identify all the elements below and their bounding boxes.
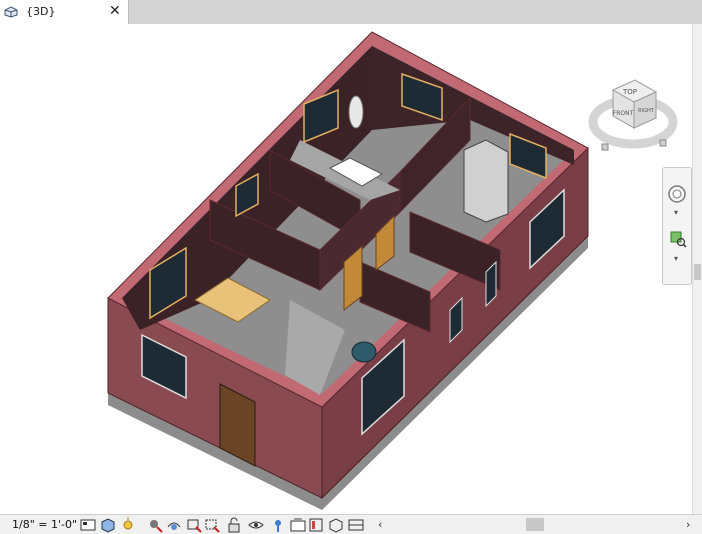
show-rendering-icon[interactable]: [166, 517, 182, 533]
analytical-model-icon[interactable]: [328, 517, 344, 533]
crop-view-icon[interactable]: [186, 517, 202, 533]
highlight-displacement-icon[interactable]: [348, 517, 364, 533]
viewcube[interactable]: TOP FRONT RIGHT: [588, 60, 678, 160]
visual-style-icon[interactable]: [100, 517, 116, 533]
steering-wheel-icon[interactable]: [667, 184, 687, 204]
wardrobe: [463, 139, 509, 223]
viewcube-front-label: FRONT: [613, 110, 634, 117]
viewcube-top-label: TOP: [622, 88, 637, 96]
show-crop-icon[interactable]: [204, 517, 220, 533]
shadows-icon[interactable]: [148, 517, 164, 533]
scroll-left-arrow[interactable]: ‹: [378, 517, 382, 533]
view-tab-3d[interactable]: {3D} ✕: [0, 0, 129, 24]
sun-path-icon[interactable]: [120, 517, 136, 533]
navigation-bar: ▾ ▾: [662, 167, 692, 285]
scroll-right-arrow[interactable]: ›: [686, 517, 690, 533]
unlock-3d-view-icon[interactable]: [226, 517, 242, 533]
3d-viewport[interactable]: TOP FRONT RIGHT ▾ ▾: [0, 24, 692, 514]
view-control-bar: 1/8" = 1'-0" ‹ ›: [0, 514, 702, 534]
reveal-hidden-icon[interactable]: [270, 517, 286, 533]
horizontal-scrollbar[interactable]: ‹ ›: [374, 517, 702, 533]
viewcube-right-label: RIGHT: [638, 108, 655, 114]
vertical-scrollbar[interactable]: [692, 24, 702, 514]
tab-bar: {3D} ✕: [0, 0, 702, 24]
chevron-down-icon[interactable]: ▾: [674, 254, 678, 263]
detail-level-icon[interactable]: [80, 517, 96, 533]
view-scale[interactable]: 1/8" = 1'-0": [12, 518, 77, 531]
temporary-hide-icon[interactable]: [248, 517, 264, 533]
chevron-down-icon[interactable]: ▾: [674, 208, 678, 217]
wall-mirror: [348, 95, 364, 129]
temporary-view-properties-icon[interactable]: [290, 517, 306, 533]
3d-view-icon: [4, 6, 18, 18]
close-tab-button[interactable]: ✕: [109, 3, 121, 19]
zoom-region-icon[interactable]: [669, 230, 687, 248]
horizontal-scroll-thumb[interactable]: [526, 518, 544, 531]
worksharing-display-icon[interactable]: [308, 517, 324, 533]
round-table: [351, 341, 377, 363]
tab-title: {3D}: [26, 5, 56, 18]
vertical-scroll-thumb[interactable]: [694, 264, 701, 280]
